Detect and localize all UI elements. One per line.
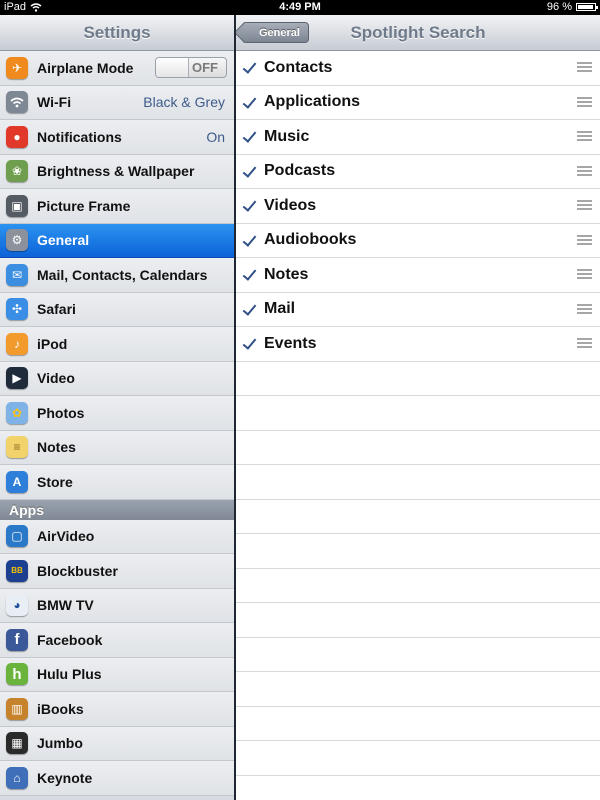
empty-row [236,396,600,431]
page-title: Spotlight Search [350,23,486,42]
sidebar-item-ibooks[interactable]: ▥ iBooks [0,692,234,727]
sidebar-item-keynote[interactable]: ⌂ Keynote [0,761,234,796]
sidebar-item-safari[interactable]: ✣ Safari [0,292,234,327]
jumbo-icon: ▦ [6,732,28,755]
sidebar-item-facebook[interactable]: f Facebook [0,623,234,658]
sunflower-icon: ✿ [6,401,28,424]
notes-icon: ≡ [6,436,28,459]
store-icon: A [6,470,28,493]
brightness-wallpaper-icon: ❀ [6,160,28,183]
empty-row [236,603,600,638]
sidebar-item-video[interactable]: ▶ Video [0,361,234,396]
sidebar-item-store[interactable]: A Store [0,465,234,500]
empty-row [236,534,600,569]
reorder-grip-icon[interactable] [577,62,592,72]
compass-icon: ✣ [6,298,28,321]
reorder-grip-icon[interactable] [577,165,592,176]
empty-row [236,672,600,707]
settings-sidebar: Settings ✈ Airplane Mode OFF Wi-Fi Black… [0,15,234,800]
sidebar-item-airvideo[interactable]: ▢ AirVideo [0,519,234,554]
empty-row [236,362,600,396]
reorder-grip-icon[interactable] [577,96,592,107]
empty-row [236,569,600,603]
notifications-icon: ● [6,125,28,148]
empty-row [236,431,600,465]
ipod-icon: ♪ [6,332,28,355]
reorder-grip-icon[interactable] [577,131,592,141]
facebook-icon: f [6,628,28,651]
checkmark-icon [242,336,257,351]
gear-icon: ⚙ [6,229,28,252]
empty-row [236,465,600,500]
spotlight-item-mail[interactable]: Mail [236,293,600,327]
spotlight-item-applications[interactable]: Applications [236,86,600,120]
spotlight-title-bar: General Spotlight Search [236,15,600,51]
checkmark-icon [242,60,257,75]
checkmark-icon [242,198,257,213]
sidebar-item-airplane-mode[interactable]: ✈ Airplane Mode OFF [0,51,234,86]
ibooks-icon: ▥ [6,697,28,720]
apps-section-header: Apps [0,499,234,520]
reorder-grip-icon[interactable] [577,269,592,279]
sidebar-item-ipod[interactable]: ♪ iPod [0,327,234,362]
empty-row [236,707,600,741]
sidebar-item-notes[interactable]: ≡ Notes [0,430,234,465]
spotlight-item-contacts[interactable]: Contacts [236,51,600,86]
checkmark-icon [242,129,257,144]
spotlight-search-pane: General Spotlight Search Contacts Applic… [236,15,600,800]
reorder-grip-icon[interactable] [577,303,592,314]
settings-title-bar: Settings [0,15,234,51]
checkmark-icon [242,233,257,248]
spotlight-item-events[interactable]: Events [236,327,600,362]
status-time: 4:49 PM [279,1,321,13]
checkmark-icon [242,164,257,179]
reorder-grip-icon[interactable] [577,234,592,245]
battery-percent: 96 % [546,1,572,13]
sidebar-item-bmw-tv[interactable]: ◕ BMW TV [0,588,234,623]
video-icon: ▶ [6,367,28,390]
airplane-icon: ✈ [6,56,28,79]
picture-frame-icon: ▣ [6,194,28,217]
airvideo-icon: ▢ [6,525,28,548]
spotlight-item-audiobooks[interactable]: Audiobooks [236,224,600,258]
spotlight-item-podcasts[interactable]: Podcasts [236,155,600,189]
sidebar-item-general[interactable]: ⚙ General [0,223,234,258]
airplane-mode-toggle[interactable]: OFF [155,57,227,78]
sidebar-item-jumbo[interactable]: ▦ Jumbo [0,726,234,761]
sidebar-item-wifi[interactable]: Wi-Fi Black & Grey [0,85,234,120]
bmw-icon: ◕ [6,594,28,617]
battery-icon [576,3,598,11]
checkmark-icon [242,302,257,317]
sidebar-item-blockbuster[interactable]: BB Blockbuster [0,554,234,589]
spotlight-item-music[interactable]: Music [236,120,600,155]
empty-row [236,500,600,534]
empty-row [236,638,600,672]
sidebar-item-hulu-plus[interactable]: h Hulu Plus [0,657,234,692]
notifications-value: On [206,128,225,145]
wifi-icon [6,91,28,114]
empty-row [236,741,600,776]
sidebar-item-mail-contacts-calendars[interactable]: ✉ Mail, Contacts, Calendars [0,258,234,293]
sidebar-item-notifications[interactable]: ● Notifications On [0,120,234,155]
reorder-grip-icon[interactable] [577,200,592,210]
spotlight-item-videos[interactable]: Videos [236,189,600,224]
settings-title: Settings [83,22,151,42]
wifi-network-value: Black & Grey [143,94,225,111]
keynote-icon: ⌂ [6,766,28,789]
reorder-grip-icon[interactable] [577,338,592,348]
sidebar-item-picture-frame[interactable]: ▣ Picture Frame [0,189,234,224]
sidebar-item-brightness-wallpaper[interactable]: ❀ Brightness & Wallpaper [0,154,234,189]
status-bar: iPad 4:49 PM 96 % [0,0,600,15]
blockbuster-icon: BB [6,559,28,582]
spotlight-item-notes[interactable]: Notes [236,258,600,293]
empty-row [236,776,600,800]
hulu-icon: h [6,663,28,686]
sidebar-item-photos[interactable]: ✿ Photos [0,396,234,431]
mail-icon: ✉ [6,263,28,286]
checkmark-icon [242,267,257,282]
checkmark-icon [242,95,257,110]
